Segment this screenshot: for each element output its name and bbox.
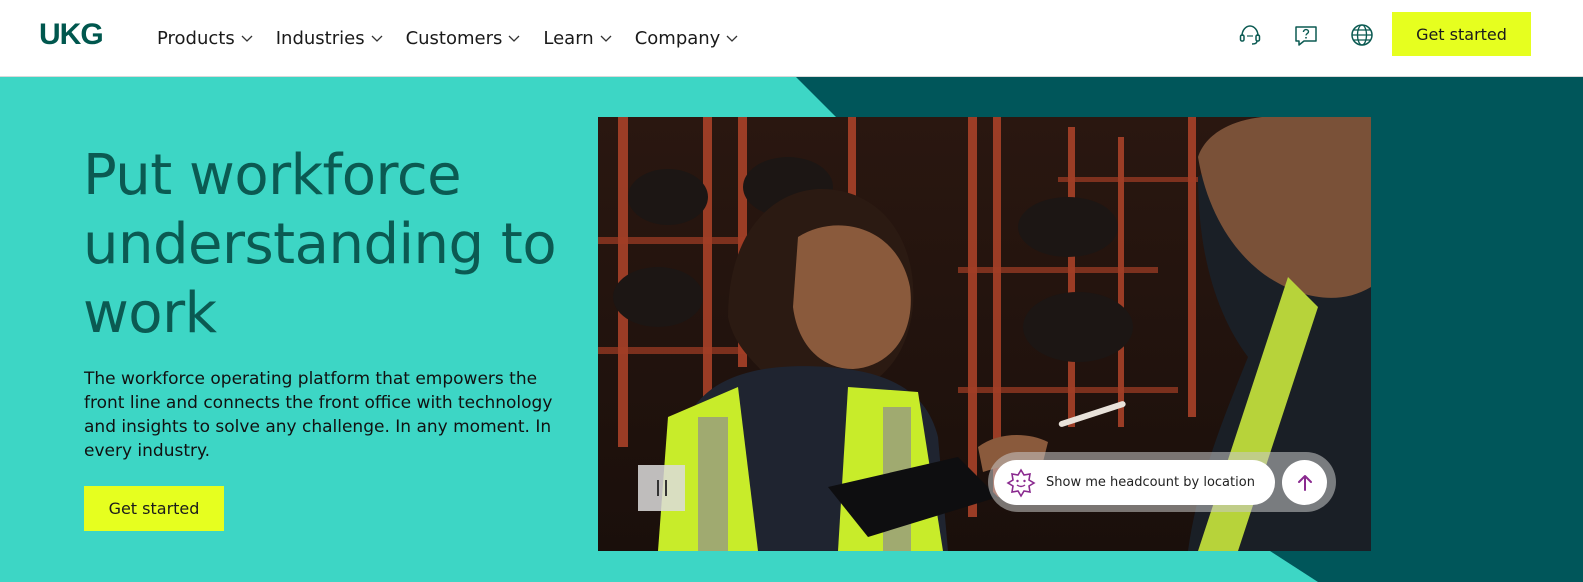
ai-prompt-pill[interactable]: Show me headcount by location [994,460,1275,505]
chevron-down-icon [507,31,521,45]
hero-video: Show me headcount by location [598,117,1371,551]
sparkle-badge-icon [1006,467,1036,498]
nav-item-company[interactable]: Company [635,24,740,52]
ai-prompt-text: Show me headcount by location [1046,475,1255,490]
hero-section: Put workforce understanding to work The … [0,77,1583,582]
nav-item-label: Products [157,27,235,49]
ukg-logo[interactable]: UKG [39,18,104,52]
pause-bar-icon [656,480,659,496]
nav-item-label: Learn [543,27,594,49]
nav-item-label: Customers [405,27,503,49]
nav-item-products[interactable]: Products [157,24,254,52]
chevron-down-icon [725,31,739,45]
support-agent-icon[interactable] [1236,21,1264,49]
nav-item-customers[interactable]: Customers [406,24,522,52]
nav-item-learn[interactable]: Learn [543,24,612,52]
hero-subtext: The workforce operating platform that em… [84,369,553,461]
ai-prompt-container: Show me headcount by location [988,452,1336,512]
arrow-up-icon [1297,474,1312,491]
header-utility-icons [1236,21,1376,49]
nav-item-industries[interactable]: Industries [276,24,384,52]
nav-item-label: Industries [275,27,365,49]
ai-prompt-send-button[interactable] [1282,460,1327,505]
main-nav: Products Industries Customers Learn Comp… [157,24,761,52]
hero-headline: Put workforce understanding to work [83,143,557,346]
nav-item-label: Company [634,27,721,49]
header-get-started-button[interactable]: Get started [1392,12,1531,56]
video-pause-button[interactable] [638,465,685,511]
pause-bar-icon [664,480,667,496]
chevron-down-icon [599,31,613,45]
chevron-down-icon [240,31,254,45]
globe-icon[interactable] [1348,21,1376,49]
help-chat-icon[interactable] [1292,21,1320,49]
chevron-down-icon [370,31,384,45]
hero-get-started-button[interactable]: Get started [84,486,224,531]
site-header: UKG Products Industries Customers Learn … [0,0,1583,77]
